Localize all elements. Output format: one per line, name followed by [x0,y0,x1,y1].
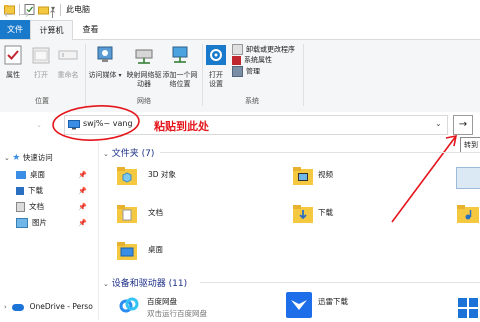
folder-desktop[interactable] [116,240,138,264]
nav-documents-label: 文档 [29,202,44,211]
pin-icon[interactable]: 📌 [78,171,87,179]
folder-videos[interactable] [292,165,314,189]
device-xunlei-download[interactable] [286,292,312,320]
folder-3d-objects-label: 3D 对象 [148,170,176,179]
onedrive-label: OneDrive - Perso [29,302,93,311]
folder-downloads-label: 下载 [318,208,333,217]
baidu-netdisk-icon [119,297,139,313]
document-folder-icon [117,205,137,223]
picture-icon [16,218,28,228]
cloud-icon [12,303,25,311]
nav-item-documents[interactable]: 文档 [16,199,44,215]
folder-downloads[interactable] [292,203,314,227]
nav-pictures-label: 图片 [32,218,47,227]
folder-3d-objects[interactable] [116,165,138,189]
video-folder-icon [293,167,313,185]
chevron-down-icon: ⌄ [103,280,109,288]
chevron-right-icon: › [4,303,7,311]
folder-pictures-partial-icon[interactable] [456,167,480,189]
quick-access-label: 快速访问 [22,153,53,162]
device-baidu-netdisk[interactable] [118,294,140,318]
folder-documents[interactable] [116,203,138,227]
navigation-pane: ⌄ ★ 快速访问 桌面 📌 下载 📌 文档 📌 图片 📌 › OneDrive … [0,142,96,320]
nav-item-pictures[interactable]: 图片 [16,215,47,231]
chevron-down-icon: ⌄ [103,150,109,158]
devices-section-header[interactable]: ⌄ 设备和驱动器 (11) [103,276,187,289]
quick-access-item[interactable]: ⌄ ★ 快速访问 [4,150,53,166]
section-divider [160,152,480,153]
desktop-icon [16,171,26,179]
folder-3d-icon [117,167,137,185]
download-folder-icon [293,205,313,223]
xunlei-bird-icon [286,292,312,318]
section-divider [200,282,480,283]
annotation-circle [52,105,140,141]
nav-item-downloads[interactable]: 下载 [16,183,43,199]
pin-icon[interactable]: 📌 [78,187,87,195]
nav-item-onedrive[interactable]: › OneDrive - Perso [4,299,93,315]
folder-desktop-label: 桌面 [148,245,163,254]
nav-downloads-label: 下载 [28,186,43,195]
pin-icon[interactable]: 📌 [78,219,87,227]
folder-documents-label: 文档 [148,208,163,217]
pane-divider[interactable] [98,142,99,320]
nav-item-desktop[interactable]: 桌面 [16,167,45,183]
device-xunlei-label: 迅雷下载 [318,297,348,306]
folders-section-title: 文件夹 (7) [111,149,155,159]
devices-section-title: 设备和驱动器 (11) [111,279,188,289]
document-icon [16,202,25,212]
folder-music-partial-icon[interactable] [456,203,480,227]
star-icon: ★ [12,153,21,163]
pin-icon[interactable]: 📌 [78,203,87,211]
windows-drive-partial-icon[interactable] [456,296,480,322]
folders-section-header[interactable]: ⌄ 文件夹 (7) [103,146,154,159]
download-icon [16,187,24,195]
annotation-arrow-line [391,135,457,223]
chevron-down-icon: ⌄ [4,154,10,162]
folder-videos-label: 视频 [318,170,333,179]
nav-desktop-label: 桌面 [30,170,45,179]
device-baidu-sublabel: 双击运行百度网盘 [147,309,207,318]
desktop-folder-icon [117,242,137,260]
device-baidu-label: 百度网盘 [147,297,177,306]
